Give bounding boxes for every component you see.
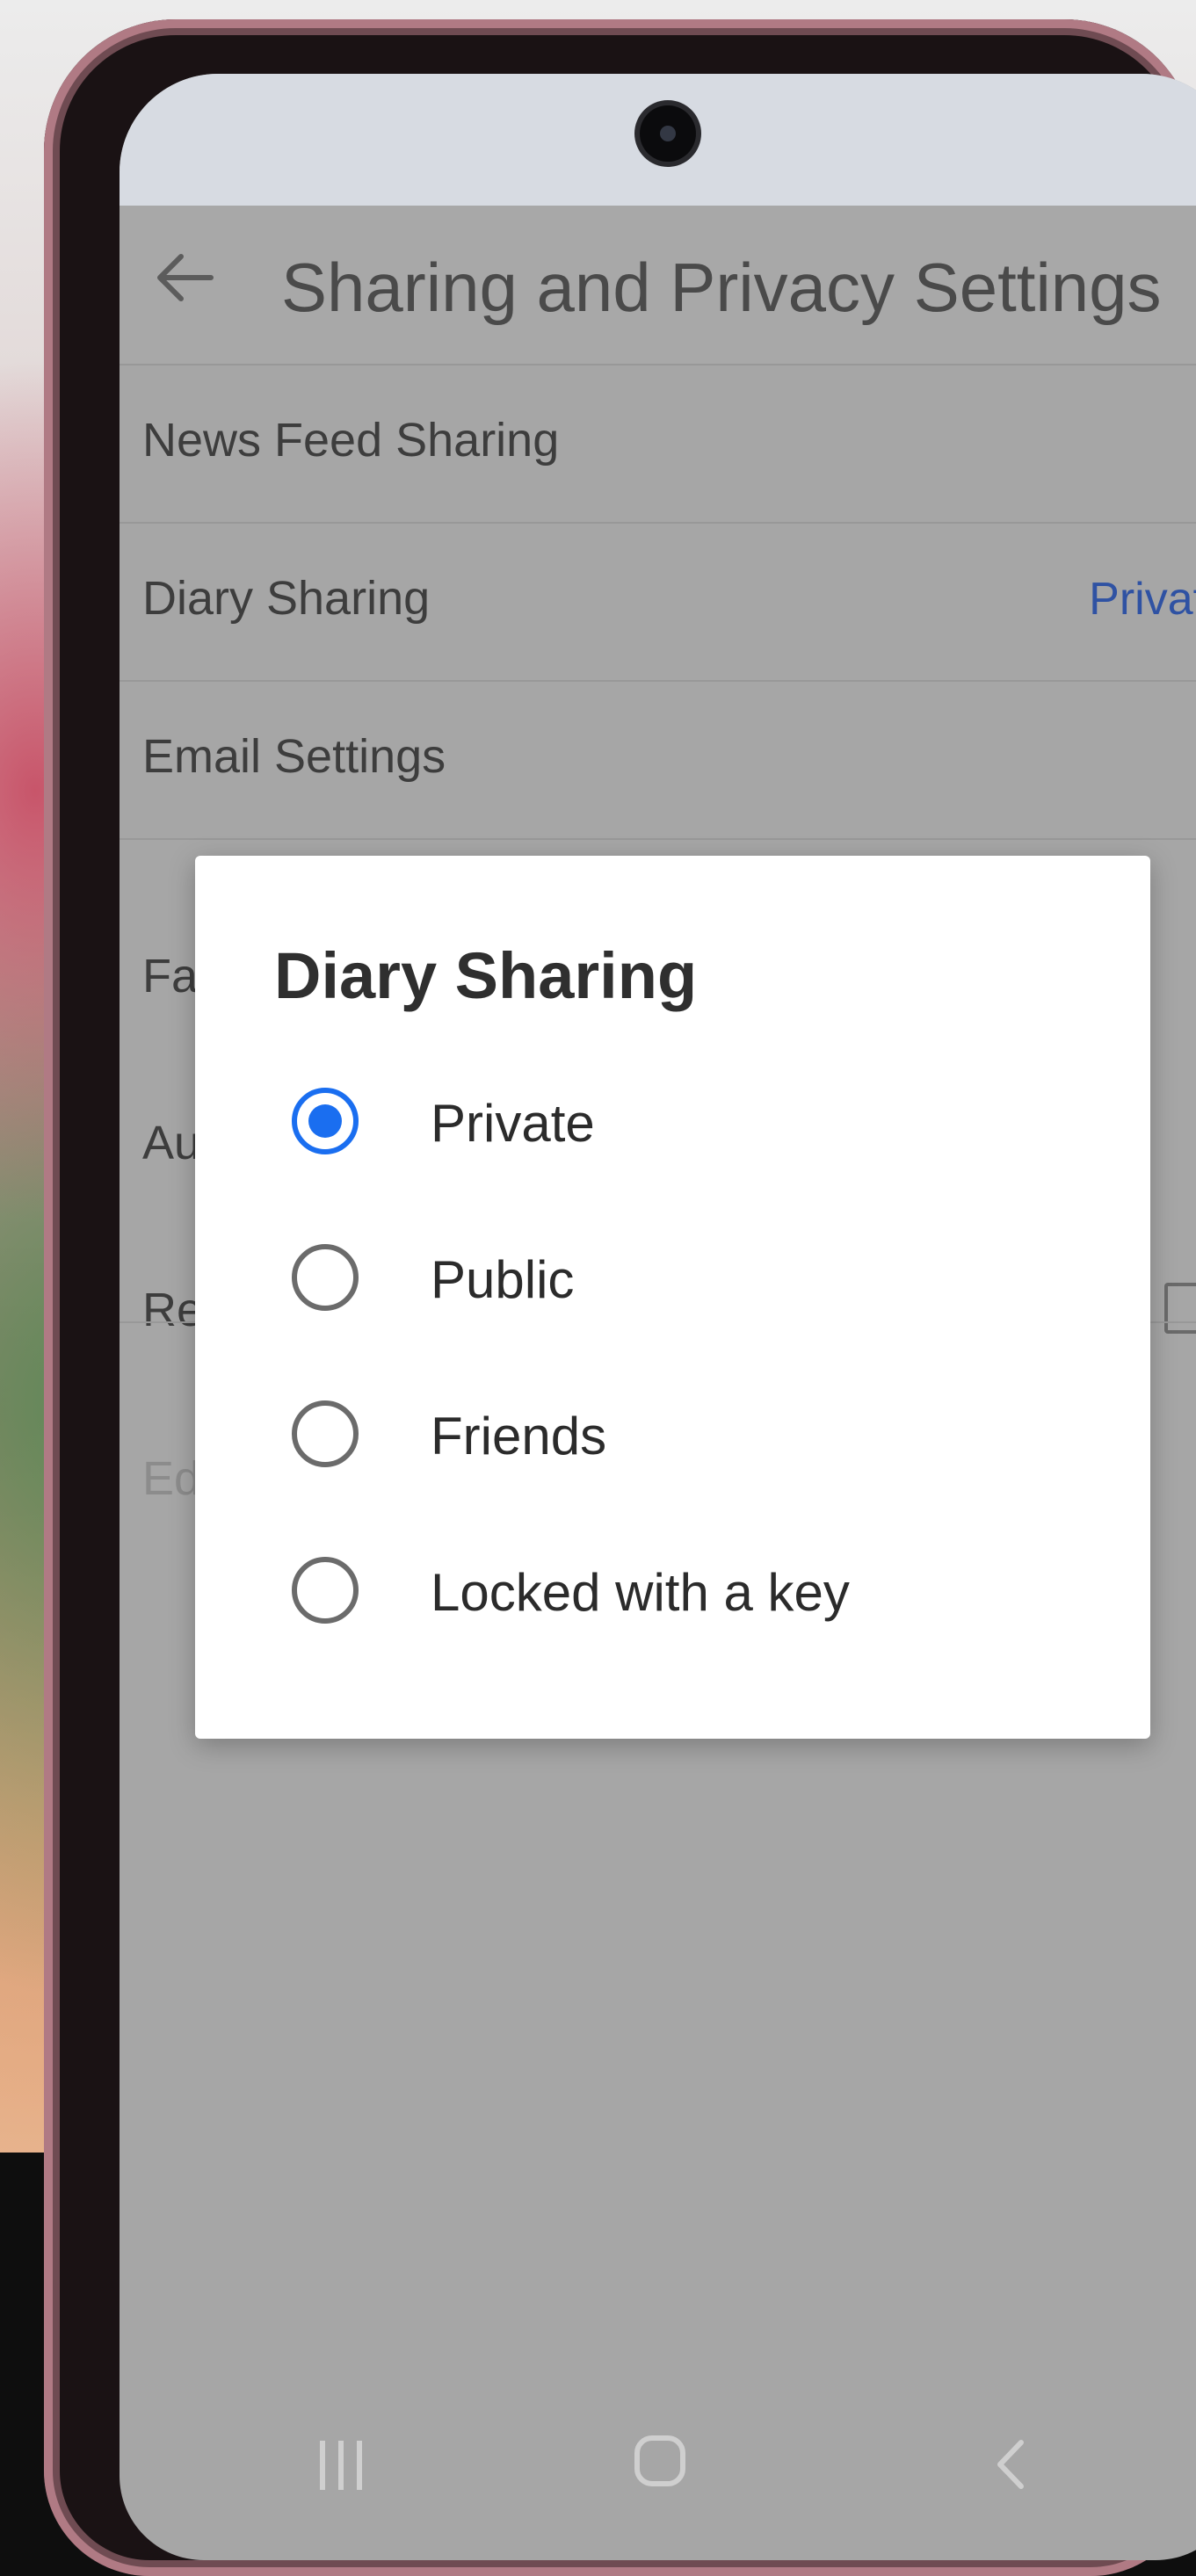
arrow-left-icon[interactable] <box>149 242 220 313</box>
page-title: Sharing and Privacy Settings <box>281 249 1162 326</box>
radio-button[interactable] <box>292 1557 359 1624</box>
setting-label: Diary Sharing <box>142 572 431 625</box>
option-friends[interactable]: Friends <box>195 1357 1150 1513</box>
radio-button[interactable] <box>292 1400 359 1467</box>
setting-row-email-settings[interactable]: Email Settings <box>120 680 1196 840</box>
status-bar <box>120 74 1196 206</box>
radio-button-selected[interactable] <box>292 1088 359 1154</box>
dialog-title: Diary Sharing <box>274 939 698 1012</box>
setting-label: Ed <box>142 1452 201 1505</box>
setting-label: Fa <box>142 950 199 1002</box>
option-label: Public <box>431 1250 575 1309</box>
diary-sharing-dialog: Diary Sharing Private Public Friends Loc… <box>195 856 1150 1739</box>
option-label: Friends <box>431 1407 607 1465</box>
setting-row-diary-sharing[interactable]: Diary Sharing Private <box>120 522 1196 682</box>
option-locked-with-a-key[interactable]: Locked with a key <box>195 1513 1150 1669</box>
app-bar: Sharing and Privacy Settings <box>120 206 1196 364</box>
recents-icon[interactable] <box>315 2437 367 2498</box>
phone-screen: Sharing and Privacy Settings News Feed S… <box>120 74 1196 2560</box>
phone-frame: Sharing and Privacy Settings News Feed S… <box>44 19 1196 2576</box>
option-public[interactable]: Public <box>195 1200 1150 1357</box>
system-nav-bar <box>120 2367 1196 2560</box>
option-private[interactable]: Private <box>195 1044 1150 1200</box>
setting-label: Email Settings <box>142 730 446 783</box>
option-label: Private <box>431 1094 595 1153</box>
front-camera <box>640 105 696 162</box>
setting-label: News Feed Sharing <box>142 414 560 467</box>
radio-button[interactable] <box>292 1244 359 1311</box>
option-label: Locked with a key <box>431 1563 850 1622</box>
setting-value: Private <box>1089 574 1196 625</box>
setting-row-news-feed-sharing[interactable]: News Feed Sharing <box>120 364 1196 524</box>
home-icon[interactable] <box>634 2435 685 2486</box>
chevron-left-icon[interactable] <box>981 2434 1042 2495</box>
